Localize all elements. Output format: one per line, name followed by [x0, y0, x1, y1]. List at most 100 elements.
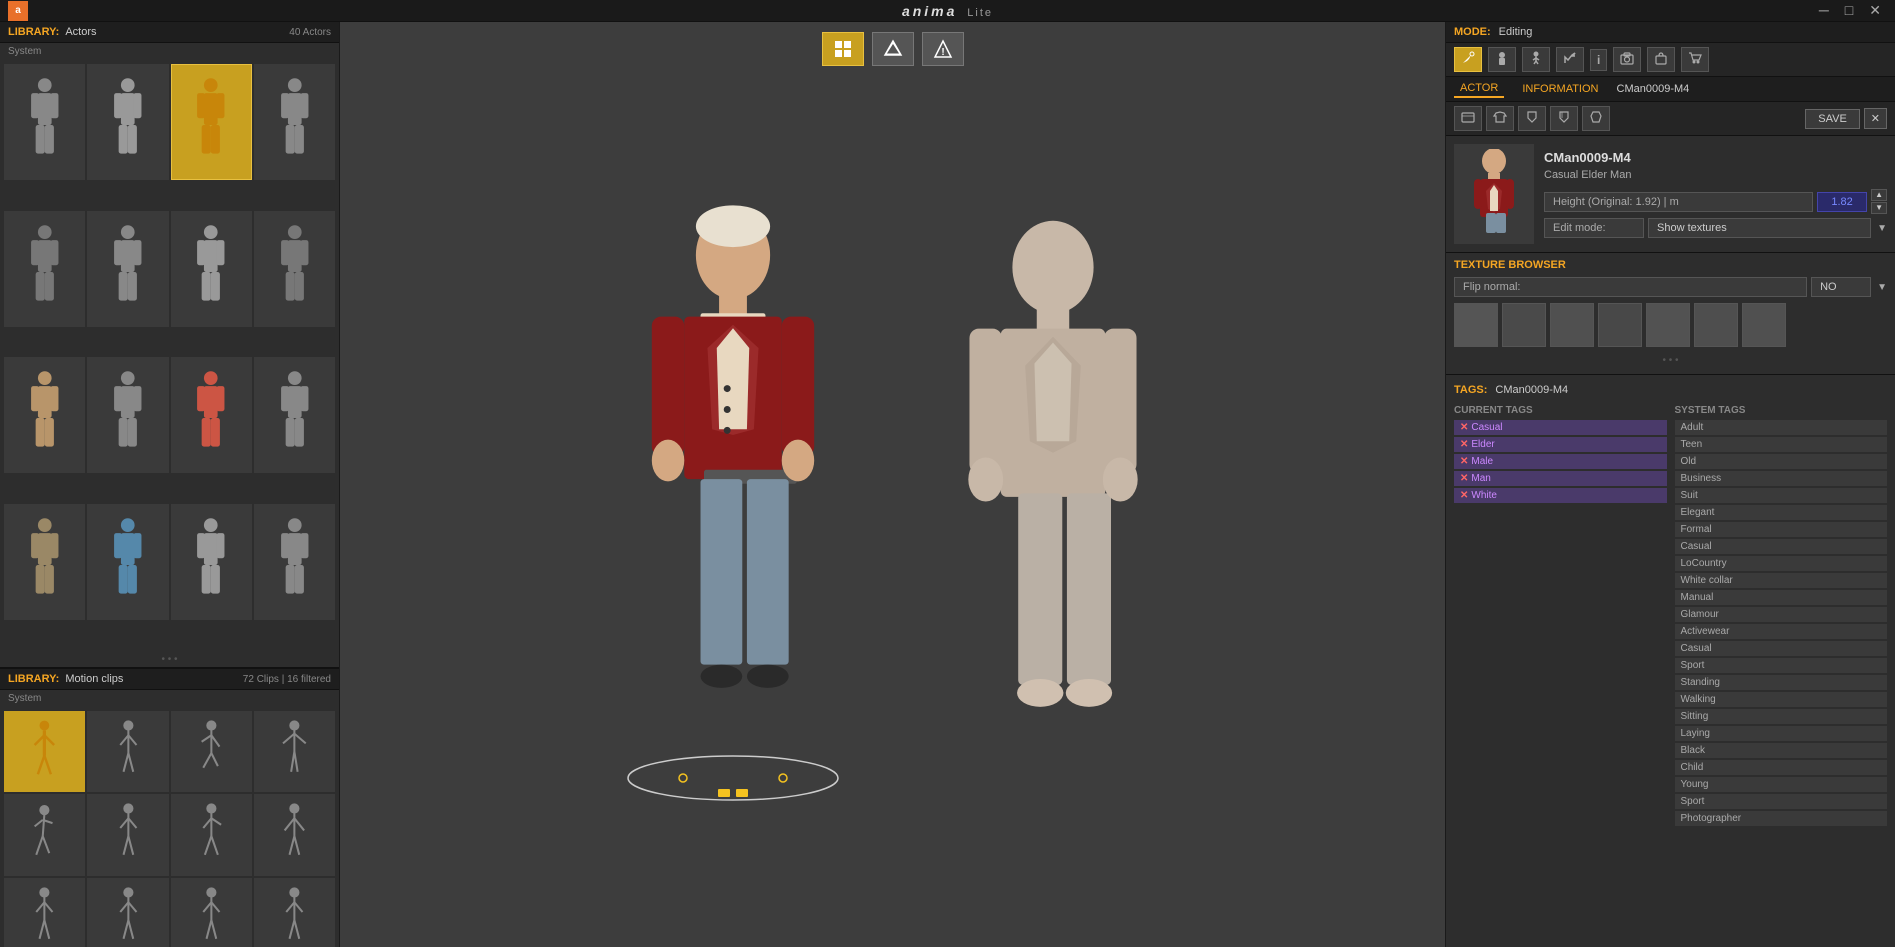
flip-normal-value[interactable]: NO	[1811, 277, 1871, 297]
tag-activewear[interactable]: Activewear	[1675, 624, 1888, 639]
height-down-button[interactable]: ▼	[1871, 202, 1887, 214]
tool-walk-button[interactable]	[1522, 47, 1550, 72]
texture-thumb-7[interactable]	[1742, 303, 1786, 347]
tool-bag-button[interactable]	[1647, 47, 1675, 72]
tag-remove-icon[interactable]: ✕	[1460, 490, 1468, 501]
viewport[interactable]: !	[340, 22, 1445, 947]
clip-item[interactable]	[171, 711, 252, 792]
tag-label: Teen	[1681, 439, 1703, 450]
tag-whitecollar[interactable]: White collar	[1675, 573, 1888, 588]
actor-item[interactable]	[254, 64, 335, 180]
tool-cart-button[interactable]	[1681, 47, 1709, 72]
tag-locountry[interactable]: LoCountry	[1675, 556, 1888, 571]
tag-elder[interactable]: ✕Elder	[1454, 437, 1667, 452]
actor-item[interactable]	[87, 357, 168, 473]
texture-thumb-5[interactable]	[1646, 303, 1690, 347]
viewport-btn-grid[interactable]	[822, 32, 864, 66]
tag-suit[interactable]: Suit	[1675, 488, 1888, 503]
actor-item-selected[interactable]	[171, 64, 252, 180]
minimize-button[interactable]: ─	[1813, 2, 1835, 19]
clip-item[interactable]	[87, 878, 168, 947]
texture-thumb-2[interactable]	[1502, 303, 1546, 347]
tag-child[interactable]: Child	[1675, 760, 1888, 775]
height-up-button[interactable]: ▲	[1871, 189, 1887, 201]
tag-glamour[interactable]: Glamour	[1675, 607, 1888, 622]
tag-business[interactable]: Business	[1675, 471, 1888, 486]
actor-item[interactable]	[254, 357, 335, 473]
clip-item-selected[interactable]	[4, 711, 85, 792]
texture-thumb-4[interactable]	[1598, 303, 1642, 347]
tag-young[interactable]: Young	[1675, 777, 1888, 792]
actor-item[interactable]	[4, 64, 85, 180]
tag-casual[interactable]: ✕Casual	[1454, 420, 1667, 435]
texture-thumb-1[interactable]	[1454, 303, 1498, 347]
tool-arrow-button[interactable]	[1556, 47, 1584, 72]
tag-sitting[interactable]: Sitting	[1675, 709, 1888, 724]
clip-item[interactable]	[4, 794, 85, 875]
tag-standing[interactable]: Standing	[1675, 675, 1888, 690]
tag-casual2[interactable]: Casual	[1675, 641, 1888, 656]
texture-thumb-6[interactable]	[1694, 303, 1738, 347]
tag-old[interactable]: Old	[1675, 454, 1888, 469]
clothing-icon-5[interactable]	[1582, 106, 1610, 131]
tag-formal[interactable]: Formal	[1675, 522, 1888, 537]
viewport-btn-warning[interactable]: !	[922, 32, 964, 66]
actor-item[interactable]	[87, 211, 168, 327]
tag-walking[interactable]: Walking	[1675, 692, 1888, 707]
actor-item[interactable]	[171, 357, 252, 473]
actor-item[interactable]	[4, 504, 85, 620]
actor-item[interactable]	[87, 504, 168, 620]
actor-item[interactable]	[4, 357, 85, 473]
information-tab[interactable]: INFORMATION	[1516, 81, 1604, 97]
clip-item[interactable]	[87, 794, 168, 875]
clip-item[interactable]	[171, 794, 252, 875]
tag-man[interactable]: ✕Man	[1454, 471, 1667, 486]
tool-info-button[interactable]: i	[1590, 49, 1607, 71]
maximize-button[interactable]: □	[1839, 2, 1859, 19]
tag-laying[interactable]: Laying	[1675, 726, 1888, 741]
tag-remove-icon[interactable]: ✕	[1460, 422, 1468, 433]
texture-thumb-3[interactable]	[1550, 303, 1594, 347]
save-button[interactable]: SAVE	[1805, 109, 1860, 129]
clip-item[interactable]	[254, 711, 335, 792]
panel-close-button[interactable]: ✕	[1864, 108, 1887, 129]
clothing-icon-3[interactable]	[1518, 106, 1546, 131]
tag-remove-icon[interactable]: ✕	[1460, 439, 1468, 450]
tag-black[interactable]: Black	[1675, 743, 1888, 758]
actor-item[interactable]	[254, 211, 335, 327]
tag-sport2[interactable]: Sport	[1675, 794, 1888, 809]
actor-item[interactable]	[171, 211, 252, 327]
clip-item[interactable]	[254, 878, 335, 947]
viewport-btn-shape[interactable]	[872, 32, 914, 66]
divider-dots: • • •	[0, 652, 339, 667]
clip-item[interactable]	[171, 878, 252, 947]
clip-item[interactable]	[87, 711, 168, 792]
close-button[interactable]: ✕	[1863, 2, 1887, 19]
tag-adult[interactable]: Adult	[1675, 420, 1888, 435]
tag-remove-icon[interactable]: ✕	[1460, 456, 1468, 467]
clothing-icon-4[interactable]	[1550, 106, 1578, 131]
actor-item[interactable]	[254, 504, 335, 620]
actor-item[interactable]	[4, 211, 85, 327]
tag-teen[interactable]: Teen	[1675, 437, 1888, 452]
tag-remove-icon[interactable]: ✕	[1460, 473, 1468, 484]
tag-sport[interactable]: Sport	[1675, 658, 1888, 673]
show-textures-dropdown[interactable]: Show textures	[1648, 218, 1871, 238]
tool-wrench-button[interactable]	[1454, 47, 1482, 72]
actor-tab[interactable]: ACTOR	[1454, 80, 1504, 98]
clothing-icon-1[interactable]	[1454, 106, 1482, 131]
tag-elegant[interactable]: Elegant	[1675, 505, 1888, 520]
actors-library-header-left: LIBRARY: Actors	[8, 26, 97, 38]
tool-camera-button[interactable]	[1613, 47, 1641, 72]
tool-person-button[interactable]	[1488, 47, 1516, 72]
clip-item[interactable]	[4, 878, 85, 947]
actor-item[interactable]	[87, 64, 168, 180]
tag-manual[interactable]: Manual	[1675, 590, 1888, 605]
tag-male[interactable]: ✕Male	[1454, 454, 1667, 469]
clip-item[interactable]	[254, 794, 335, 875]
actor-item[interactable]	[171, 504, 252, 620]
tag-casual-sys[interactable]: Casual	[1675, 539, 1888, 554]
tag-white[interactable]: ✕White	[1454, 488, 1667, 503]
clothing-icon-2[interactable]	[1486, 106, 1514, 131]
tag-photographer[interactable]: Photographer	[1675, 811, 1888, 826]
